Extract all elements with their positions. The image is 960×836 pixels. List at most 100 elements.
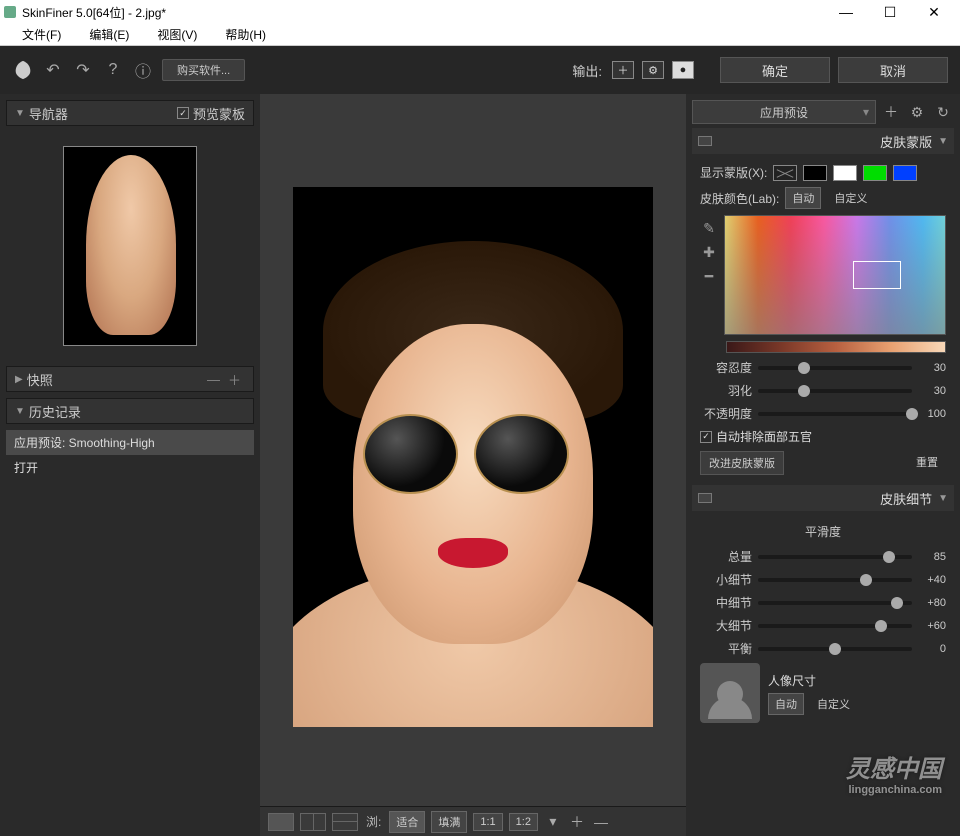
- portrait-size-label: 人像尺寸: [768, 672, 857, 689]
- amount-slider[interactable]: 总量 85: [700, 548, 946, 565]
- mask-swatch-none[interactable]: [773, 165, 797, 181]
- buy-software-button[interactable]: 购买软件...: [162, 59, 245, 81]
- collapse-icon: ▼: [938, 136, 948, 147]
- feather-label: 羽化: [700, 382, 752, 399]
- zoom-fit-button[interactable]: 适合: [389, 811, 425, 833]
- preset-reset-button[interactable]: ↻: [932, 101, 954, 123]
- collapse-icon: ▼: [938, 493, 948, 504]
- app-logo-icon: [4, 6, 16, 18]
- view-toolbar: 浏: 适合 填满 1:1 1:2 ▾ ＋ —: [260, 806, 686, 836]
- auto-exclude-checkbox[interactable]: ✓: [700, 431, 712, 443]
- menu-view[interactable]: 视图(V): [143, 26, 211, 43]
- mask-swatch-green[interactable]: [863, 165, 887, 181]
- skin-detail-toggle[interactable]: [698, 493, 712, 503]
- show-mask-label: 显示蒙版(X):: [700, 164, 767, 181]
- navigator-body: [6, 132, 254, 360]
- balance-slider[interactable]: 平衡 0: [700, 640, 946, 657]
- preset-settings-button[interactable]: ⚙: [906, 101, 928, 123]
- skin-color-auto-button[interactable]: 自动: [785, 187, 821, 209]
- history-item[interactable]: 应用预设: Smoothing-High: [6, 430, 254, 455]
- feather-value: 30: [918, 385, 946, 397]
- navigator-title: 导航器: [29, 104, 68, 123]
- skin-mask-header[interactable]: 皮肤蒙版 ▼: [692, 128, 954, 154]
- view-label: 浏:: [364, 813, 383, 830]
- canvas-area[interactable]: [260, 94, 686, 806]
- history-header[interactable]: ▼ 历史记录: [6, 398, 254, 424]
- tolerance-label: 容忍度: [700, 359, 752, 376]
- eyedropper-add-icon[interactable]: ✚: [700, 243, 718, 261]
- window-maximize-button[interactable]: ☐: [868, 0, 912, 24]
- help-button[interactable]: ?: [102, 59, 124, 81]
- snapshot-add-icon[interactable]: ＋: [224, 370, 245, 389]
- small-detail-slider[interactable]: 小细节 +40: [700, 571, 946, 588]
- mask-swatch-black[interactable]: [803, 165, 827, 181]
- large-detail-slider[interactable]: 大细节 +60: [700, 617, 946, 634]
- snapshot-remove-icon[interactable]: —: [203, 372, 224, 387]
- preset-dropdown[interactable]: 应用预设: [692, 100, 876, 124]
- menu-file[interactable]: 文件(F): [8, 26, 75, 43]
- zoom-fill-button[interactable]: 填满: [431, 811, 467, 833]
- navigator-header[interactable]: ▼ 导航器 ✓ 预览蒙板: [6, 100, 254, 126]
- balance-label: 平衡: [700, 640, 752, 657]
- mask-swatch-white[interactable]: [833, 165, 857, 181]
- skin-color-custom-button[interactable]: 自定义: [827, 187, 874, 209]
- zoom-in-button[interactable]: ＋: [568, 812, 586, 832]
- cancel-button[interactable]: 取消: [838, 57, 948, 83]
- view-split-v-button[interactable]: [300, 813, 326, 831]
- mask-swatch-blue[interactable]: [893, 165, 917, 181]
- small-label: 小细节: [700, 571, 752, 588]
- smoothness-label: 平滑度: [700, 523, 946, 540]
- eyedropper-sub-icon[interactable]: ━: [700, 267, 718, 285]
- portrait-auto-button[interactable]: 自动: [768, 693, 804, 715]
- color-selection-box[interactable]: [853, 261, 901, 289]
- hue-strip[interactable]: [726, 341, 946, 353]
- skin-mask-toggle[interactable]: [698, 136, 712, 146]
- reset-mask-button[interactable]: 重置: [908, 451, 946, 475]
- amount-value: 85: [918, 551, 946, 563]
- ok-button[interactable]: 确定: [720, 57, 830, 83]
- window-close-button[interactable]: ✕: [912, 0, 956, 24]
- left-panel: ▼ 导航器 ✓ 预览蒙板 ▶ 快照 — ＋ ▼ 历史记录: [0, 94, 260, 836]
- zoom-dropdown-icon[interactable]: ▾: [544, 813, 562, 830]
- menu-help[interactable]: 帮助(H): [211, 26, 280, 43]
- medium-detail-slider[interactable]: 中细节 +80: [700, 594, 946, 611]
- medium-label: 中细节: [700, 594, 752, 611]
- view-single-button[interactable]: [268, 813, 294, 831]
- window-minimize-button[interactable]: —: [824, 0, 868, 24]
- center-panel: 浏: 适合 填满 1:1 1:2 ▾ ＋ —: [260, 94, 686, 836]
- snapshot-header[interactable]: ▶ 快照 — ＋: [6, 366, 254, 392]
- zoom-out-button[interactable]: —: [592, 814, 610, 830]
- tolerance-slider[interactable]: 容忍度 30: [700, 359, 946, 376]
- top-toolbar: ↶ ↷ ? ⓘ 购买软件... 输出: ＋ ⚙ ● 确定 取消: [0, 46, 960, 94]
- history-item[interactable]: 打开: [6, 455, 254, 480]
- large-label: 大细节: [700, 617, 752, 634]
- tolerance-value: 30: [918, 362, 946, 374]
- eyedropper-icon[interactable]: ✎: [700, 219, 718, 237]
- collapse-icon: ▶: [15, 374, 23, 385]
- balance-value: 0: [918, 643, 946, 655]
- portrait-custom-button[interactable]: 自定义: [810, 693, 857, 715]
- redo-button[interactable]: ↷: [72, 59, 94, 81]
- navigator-thumbnail[interactable]: [63, 146, 197, 346]
- skin-mask-body: 显示蒙版(X): 皮肤颜色(Lab): 自动 自定义 ✎ ✚ ━: [692, 158, 954, 481]
- skin-mask-title: 皮肤蒙版: [880, 132, 932, 151]
- improve-mask-button[interactable]: 改进皮肤蒙版: [700, 451, 784, 475]
- menu-edit[interactable]: 编辑(E): [75, 26, 143, 43]
- feather-slider[interactable]: 羽化 30: [700, 382, 946, 399]
- info-button[interactable]: ⓘ: [132, 59, 154, 81]
- preview-mask-checkbox[interactable]: ✓: [177, 107, 189, 119]
- output-settings-button[interactable]: ⚙: [642, 61, 664, 79]
- undo-button[interactable]: ↶: [42, 59, 64, 81]
- zoom-1-1-button[interactable]: 1:1: [473, 813, 502, 831]
- output-add-button[interactable]: ＋: [612, 61, 634, 79]
- app-body: ↶ ↷ ? ⓘ 购买软件... 输出: ＋ ⚙ ● 确定 取消 ▼ 导航器 ✓ …: [0, 46, 960, 836]
- color-picker-area[interactable]: [724, 215, 946, 335]
- output-mask-button[interactable]: ●: [672, 61, 694, 79]
- skin-detail-header[interactable]: 皮肤细节 ▼: [692, 485, 954, 511]
- preset-add-button[interactable]: ＋: [880, 101, 902, 123]
- view-split-h-button[interactable]: [332, 813, 358, 831]
- zoom-1-2-button[interactable]: 1:2: [509, 813, 538, 831]
- opacity-slider[interactable]: 不透明度 100: [700, 405, 946, 422]
- auto-exclude-label: 自动排除面部五官: [716, 428, 812, 445]
- medium-value: +80: [918, 597, 946, 609]
